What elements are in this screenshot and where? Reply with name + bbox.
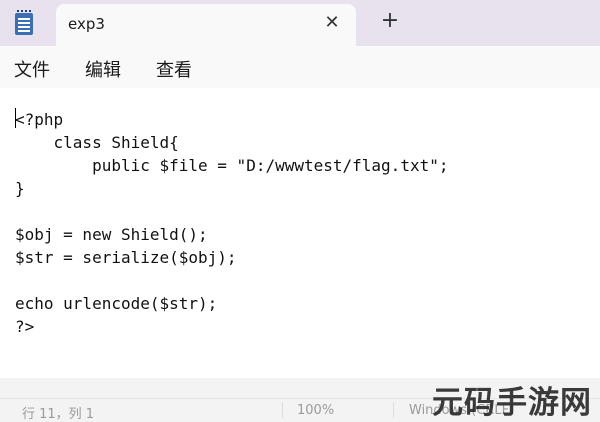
menu-bar: 文件 编辑 查看 xyxy=(0,46,600,89)
code-line: <?php xyxy=(15,110,64,129)
code-line: public $file = "D:/wwwtest/flag.txt"; xyxy=(15,156,449,175)
text-editor[interactable]: <?php class Shield{ public $file = "D:/w… xyxy=(0,88,600,378)
watermark: 元码手游网 xyxy=(432,385,592,421)
code-line: ?> xyxy=(15,317,35,336)
code-line: echo urlencode($str); xyxy=(15,294,218,313)
zoom-level: 100% xyxy=(297,403,335,418)
divider xyxy=(282,402,283,418)
code-text: <?php class Shield{ public $file = "D:/w… xyxy=(15,108,448,338)
cursor-position: 行 11，列 1 xyxy=(22,407,95,422)
code-line: $str = serialize($obj); xyxy=(15,248,237,267)
code-line: class Shield{ xyxy=(15,133,179,152)
title-bar: exp3 ✕ + xyxy=(0,0,600,46)
tab-exp3[interactable]: exp3 ✕ xyxy=(56,4,356,46)
menu-file[interactable]: 文件 xyxy=(14,56,50,82)
menu-view[interactable]: 查看 xyxy=(156,56,192,82)
divider xyxy=(393,402,394,418)
close-icon[interactable]: ✕ xyxy=(322,13,342,33)
code-line: $obj = new Shield(); xyxy=(15,225,208,244)
menu-edit[interactable]: 编辑 xyxy=(85,56,121,82)
code-line: } xyxy=(15,179,25,198)
notepad-icon xyxy=(15,10,33,35)
tab-title: exp3 xyxy=(68,15,105,33)
new-tab-button[interactable]: + xyxy=(378,9,402,33)
